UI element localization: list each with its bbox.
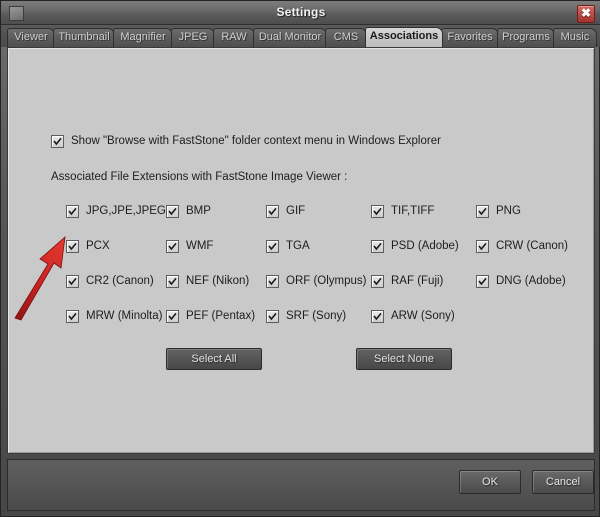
extension-label-wmf: WMF — [186, 240, 214, 252]
extension-label-jpg-jpe-jpeg: JPG,JPE,JPEG — [86, 205, 166, 217]
extension-checkbox-pcx[interactable] — [66, 240, 79, 253]
associations-heading: Associated File Extensions with FastSton… — [51, 171, 348, 183]
tab-cms[interactable]: CMS — [325, 28, 367, 47]
select-none-button[interactable]: Select None — [356, 348, 452, 370]
extension-checkbox-nef-nikon[interactable] — [166, 275, 179, 288]
tab-magnifier[interactable]: Magnifier — [113, 28, 173, 47]
extension-label-mrw-minolta: MRW (Minolta) — [86, 310, 163, 322]
tab-viewer[interactable]: Viewer — [7, 28, 55, 47]
window-titlebar: Settings ✖ — [1, 1, 600, 25]
extension-checkbox-cr2-canon[interactable] — [66, 275, 79, 288]
extension-label-arw-sony: ARW (Sony) — [391, 310, 455, 322]
extension-label-pef-pentax: PEF (Pentax) — [186, 310, 256, 322]
dialog-footer: OK Cancel — [7, 459, 595, 511]
tab-associations[interactable]: Associations — [365, 27, 443, 47]
settings-window: Settings ✖ Viewer Thumbnail Magnifier JPEG R… — [0, 0, 600, 517]
extension-checkbox-crw-canon[interactable] — [476, 240, 489, 253]
extension-checkbox-raf-fuji[interactable] — [371, 275, 384, 288]
extension-checkbox-png[interactable] — [476, 205, 489, 218]
extension-label-raf-fuji: RAF (Fuji) — [391, 275, 444, 287]
extension-label-bmp: BMP — [186, 205, 211, 217]
extension-checkbox-jpg-jpe-jpeg[interactable] — [66, 205, 79, 218]
extension-label-png: PNG — [496, 205, 521, 217]
extension-checkbox-gif[interactable] — [266, 205, 279, 218]
cancel-button[interactable]: Cancel — [532, 470, 594, 494]
window-title: Settings — [276, 5, 326, 19]
extension-checkbox-tga[interactable] — [266, 240, 279, 253]
tab-music[interactable]: Music — [553, 28, 597, 47]
tab-jpeg[interactable]: JPEG — [171, 28, 215, 47]
extension-label-nef-nikon: NEF (Nikon) — [186, 275, 250, 287]
extension-checkbox-arw-sony[interactable] — [371, 310, 384, 323]
tab-strip: Viewer Thumbnail Magnifier JPEG RAW Dual Moni… — [1, 25, 600, 47]
extension-label-pcx: PCX — [86, 240, 110, 252]
extension-label-gif: GIF — [286, 205, 306, 217]
extension-checkbox-wmf[interactable] — [166, 240, 179, 253]
tab-raw[interactable]: RAW — [213, 28, 255, 47]
extension-checkbox-bmp[interactable] — [166, 205, 179, 218]
show-context-menu-checkbox[interactable] — [51, 135, 64, 148]
extension-label-dng-adobe: DNG (Adobe) — [496, 275, 566, 287]
show-context-menu-label: Show "Browse with FastStone" folder cont… — [71, 135, 441, 147]
extension-label-srf-sony: SRF (Sony) — [286, 310, 347, 322]
tab-programs[interactable]: Programs — [497, 28, 555, 47]
select-all-button[interactable]: Select All — [166, 348, 262, 370]
close-icon: ✖ — [580, 6, 592, 20]
extension-label-cr2-canon: CR2 (Canon) — [86, 275, 154, 287]
extension-checkbox-mrw-minolta[interactable] — [66, 310, 79, 323]
extension-checkbox-orf-olympus[interactable] — [266, 275, 279, 288]
extension-checkbox-psd-adobe[interactable] — [371, 240, 384, 253]
extension-label-tif-tiff: TIF,TIFF — [391, 205, 435, 217]
ok-button[interactable]: OK — [459, 470, 521, 494]
extension-checkbox-pef-pentax[interactable] — [166, 310, 179, 323]
tab-thumbnail[interactable]: Thumbnail — [53, 28, 115, 47]
extension-checkbox-srf-sony[interactable] — [266, 310, 279, 323]
extension-label-psd-adobe: PSD (Adobe) — [391, 240, 459, 252]
extension-label-crw-canon: CRW (Canon) — [496, 240, 568, 252]
extension-checkbox-dng-adobe[interactable] — [476, 275, 489, 288]
tab-favorites[interactable]: Favorites — [441, 28, 499, 47]
tab-dual-monitor[interactable]: Dual Monitor — [253, 28, 327, 47]
extension-label-orf-olympus: ORF (Olympus) — [286, 275, 367, 287]
extension-label-tga: TGA — [286, 240, 310, 252]
extension-checkbox-tif-tiff[interactable] — [371, 205, 384, 218]
settings-panel: Show "Browse with FastStone" folder cont… — [7, 47, 595, 454]
close-button[interactable]: ✖ — [577, 5, 595, 23]
